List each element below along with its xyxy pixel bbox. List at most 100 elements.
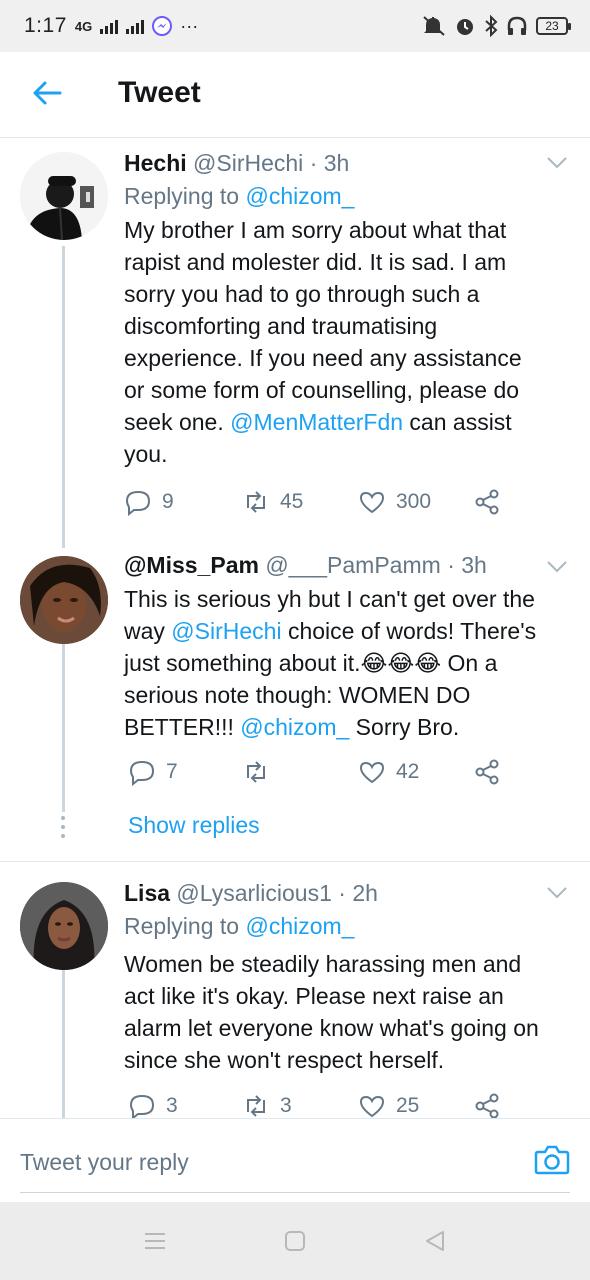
signal-2-icon (126, 18, 145, 34)
tweet-miss-pam[interactable]: @Miss_Pam @___PamPamm · 3h This is serio… (0, 548, 590, 860)
headphones-icon (507, 16, 527, 35)
text-line: seek one. @MenMatterFdn can assist (124, 406, 568, 438)
tweet-content: @Miss_Pam @___PamPamm · 3h This is serio… (124, 552, 568, 743)
battery-level: 23 (545, 19, 559, 33)
tweet-text: My brother I am sorry about what that ra… (124, 214, 568, 470)
tweet-hechi[interactable]: Hechi @SirHechi · 3h Replying to @chizom… (0, 138, 590, 548)
tweet-text: Women be steadily harassing men and act … (124, 948, 568, 1076)
mention-link[interactable]: @chizom_ (240, 714, 349, 740)
text-line: serious note though: WOMEN DO (124, 682, 471, 708)
display-name[interactable]: Hechi (124, 150, 187, 176)
timestamp: 2h (352, 880, 378, 906)
text-segment: just something about it. (124, 650, 361, 676)
camera-icon[interactable] (534, 1143, 570, 1175)
replying-prefix: Replying to (124, 183, 240, 209)
tweet-text: This is serious yh but I can't get over … (124, 583, 568, 743)
retweet-icon (247, 1095, 265, 1117)
heart-icon (359, 491, 385, 514)
display-name[interactable]: Lisa (124, 880, 170, 906)
heart-icon (359, 761, 385, 784)
text-line: sorry you had to go through such a (124, 281, 480, 307)
text-line: experience. If you need any assistance (124, 345, 522, 371)
share-icon (475, 489, 499, 515)
tweet-lisa[interactable]: Lisa @Lysarlicious1 · 2h Replying to @ch… (0, 862, 590, 1118)
text-segment: seek one. (124, 409, 231, 435)
arrow-left-icon[interactable] (30, 76, 64, 110)
tweet-meta: @Miss_Pam @___PamPamm · 3h (124, 552, 568, 579)
tweet-meta: Lisa @Lysarlicious1 · 2h (124, 880, 568, 907)
like-count: 25 (396, 1094, 420, 1117)
back-triangle-icon[interactable] (423, 1229, 447, 1253)
like-button[interactable]: 300 (358, 488, 431, 516)
messenger-icon (152, 16, 173, 36)
bluetooth-icon (485, 15, 498, 37)
emoji: 😂😂😂 (360, 650, 442, 676)
tweet-actions: 9 45 300 (124, 488, 514, 520)
signal-icon (100, 18, 119, 34)
text-segment: choice of words! There's (281, 618, 537, 644)
mention-link[interactable]: @SirHechi (171, 618, 281, 644)
home-square-icon[interactable] (283, 1229, 307, 1253)
text-line: alarm let everyone know what's going on (124, 1015, 539, 1041)
like-button[interactable]: 25 (358, 1092, 419, 1118)
replying-mention[interactable]: @chizom_ (245, 913, 354, 939)
reply-button[interactable]: 9 (124, 488, 174, 516)
chevron-down-icon[interactable] (546, 886, 568, 900)
timestamp: 3h (323, 150, 350, 176)
mention-link[interactable]: @MenMatterFdn (230, 409, 403, 435)
text-line: BETTER!!! @chizom_ Sorry Bro. (124, 711, 568, 743)
menu-icon[interactable] (143, 1229, 167, 1253)
avatar[interactable] (20, 152, 108, 240)
reply-button[interactable]: 3 (128, 1092, 178, 1118)
retweet-button[interactable]: 45 (242, 488, 303, 516)
retweet-button[interactable] (242, 758, 280, 786)
timestamp: 3h (461, 552, 487, 578)
reply-input[interactable]: Tweet your reply (20, 1149, 189, 1176)
network-type: 4G (74, 18, 93, 34)
show-replies-link[interactable]: Show replies (128, 812, 260, 839)
chevron-down-icon[interactable] (546, 156, 568, 170)
share-button[interactable] (474, 758, 502, 786)
display-name[interactable]: @Miss_Pam (124, 552, 259, 578)
text-line: rapist and molester did. It is sad. I am (124, 249, 507, 275)
reply-bar: Tweet your reply (0, 1118, 590, 1202)
text-line: you. (124, 441, 168, 467)
text-segment: Sorry Bro. (349, 714, 460, 740)
separator: · (309, 150, 318, 176)
text-line: My brother I am sorry about what that (124, 217, 507, 243)
replying-prefix: Replying to (124, 913, 240, 939)
handle[interactable]: @___PamPamm (265, 552, 440, 578)
retweet-icon (247, 761, 265, 783)
separator: · (447, 552, 455, 578)
share-button[interactable] (474, 488, 502, 516)
text-line: discomforting and traumatising (124, 313, 438, 339)
replying-to: Replying to @chizom_ (124, 913, 568, 940)
share-button[interactable] (474, 1092, 502, 1118)
avatar[interactable] (20, 556, 108, 644)
system-nav-bar (0, 1202, 590, 1280)
text-line: or some form of counselling, please do (124, 377, 520, 403)
replying-mention[interactable]: @chizom_ (245, 183, 354, 209)
handle[interactable]: @SirHechi (193, 150, 303, 176)
more-replies-dots (61, 816, 66, 843)
retweet-count: 45 (280, 490, 304, 513)
avatar[interactable] (20, 882, 108, 970)
reply-count: 9 (162, 490, 174, 513)
reply-input-underline (20, 1192, 570, 1193)
separator: · (338, 880, 346, 906)
status-time: 1:17 (24, 14, 67, 37)
tweet-meta: Hechi @SirHechi · 3h (124, 150, 568, 177)
like-button[interactable]: 42 (358, 758, 419, 786)
handle[interactable]: @Lysarlicious1 (176, 880, 331, 906)
chevron-down-icon[interactable] (546, 560, 568, 574)
share-icon (475, 759, 499, 785)
page-header: Tweet (0, 52, 590, 138)
retweet-button[interactable]: 3 (242, 1092, 292, 1118)
alarm-icon (457, 19, 473, 35)
text-segment: On a (441, 650, 498, 676)
reply-button[interactable]: 7 (128, 758, 178, 786)
like-count: 300 (396, 490, 432, 513)
reply-icon (125, 490, 151, 516)
thread-line (62, 970, 65, 1118)
tweet-content: Lisa @Lysarlicious1 · 2h Replying to @ch… (124, 880, 568, 1076)
